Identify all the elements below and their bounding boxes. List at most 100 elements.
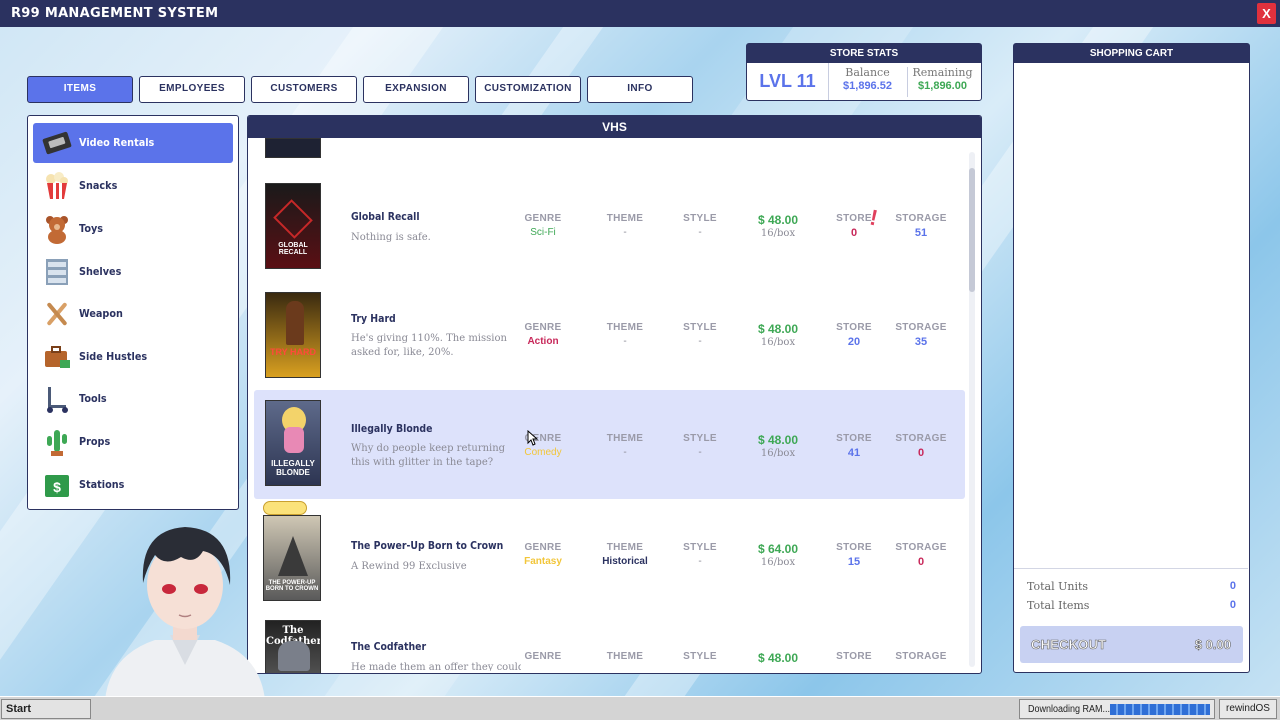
price: $ 48.00 [757,213,799,227]
store-label: STORE [836,542,872,553]
per-box: 16/box [760,557,796,568]
genre-value: Sci-Fi [530,227,556,238]
list-item[interactable]: The Codfather The Codfather He made them… [254,608,965,673]
category-stations[interactable]: $ Stations [33,465,233,505]
category-label: Tools [79,392,107,405]
vhs-tape-icon [42,131,72,155]
list-item[interactable]: TRY HARD Try Hard He's giving 110%. The … [254,282,965,391]
scrollbar-thumb[interactable] [969,168,975,292]
category-toys[interactable]: Toys [33,209,233,249]
category-label: Snacks [79,179,118,192]
category-side-hustles[interactable]: Side Hustles [33,337,233,377]
style-label: STYLE [683,322,717,333]
cart-totals [1014,568,1248,569]
per-box: 16/box [760,337,796,348]
tab-customers[interactable]: CUSTOMERS [251,76,357,103]
movie-title: Try Hard [351,312,396,325]
tab-items[interactable]: ITEMS [27,76,133,103]
total-units-value: 0 [1229,580,1236,592]
crossed-bats-icon [47,302,67,326]
per-box: 16/box [760,228,796,239]
partial-cover [265,138,321,158]
storage-label: STORAGE [895,542,947,553]
movie-description: Nothing is safe. [351,232,431,243]
theme-value: Historical [602,556,648,567]
vhs-scrollbar[interactable] [969,152,975,667]
store-count: 41 [847,447,861,459]
balance-value: $1,896.52 [843,80,892,92]
category-snacks[interactable]: Snacks [33,166,233,206]
category-label: Weapon [79,307,123,320]
theme-label: THEME [606,542,644,553]
movie-description: Why do people keep returning this with g… [351,443,506,468]
remaining-label: Remaining [912,66,973,79]
category-props[interactable]: Props [33,422,233,462]
tab-employees[interactable]: EMPLOYEES [139,76,245,103]
close-button[interactable]: X [1257,3,1276,24]
cash-register-icon: $ [45,475,69,497]
genre-label: GENRE [524,322,562,333]
category-shelves[interactable]: Shelves [33,252,233,292]
category-video-rentals[interactable]: Video Rentals [33,123,233,163]
start-button[interactable]: Start [1,699,91,719]
total-items-value: 0 [1229,599,1236,611]
assistant-character-portrait [105,527,265,700]
price: $ 64.00 [757,542,799,556]
checkout-amount: $ 0.00 [1194,637,1232,653]
style-value: - [698,336,702,347]
tab-info[interactable]: INFO [587,76,693,103]
category-weapon[interactable]: Weapon [33,294,233,334]
scooter-icon [47,387,68,413]
list-item[interactable]: GLOBAL RECALL Global Recall Nothing is s… [254,173,965,282]
genre-label: GENRE [524,651,562,662]
svg-text:$: $ [53,479,61,495]
total-units-row: Total Units 0 [1027,580,1236,593]
theme-label: THEME [606,651,644,662]
category-label: Shelves [79,265,122,278]
movie-title: The Power-Up Born to Crown [351,539,504,552]
storage-count: 0 [917,447,925,459]
style-label: STYLE [683,542,717,553]
storage-count: 51 [914,227,928,239]
cover-title: GLOBAL RECALL [278,242,308,256]
store-label: STORE [836,433,872,444]
checkout-label: CHECKOUT [1031,637,1107,653]
genre-value: Action [527,336,559,347]
category-label: Side Hustles [79,350,148,363]
storage-label: STORAGE [895,213,947,224]
store-count: 20 [847,336,861,348]
list-item[interactable]: ILLEGALLY BLONDE Illegally Blonde Why do… [254,390,965,499]
store-stats-panel: STORE STATS LVL 11 Balance $1,896.52 Rem… [746,43,982,101]
balance-column: Balance $1,896.52 [829,66,906,92]
vhs-header: VHS [248,116,981,138]
per-box: 16/box [760,448,796,459]
category-sidebar: Video Rentals Snacks Toys Shelves Weapon… [27,115,239,510]
category-tools[interactable]: Tools [33,379,233,419]
style-value: - [698,447,702,458]
price: $ 48.00 [757,433,799,447]
list-item[interactable]: THE POWER-UP BORN TO CROWN The Power-Up … [254,499,965,608]
genre-value: Comedy [524,447,562,458]
store-label: STORE [836,322,872,333]
store-level: LVL 11 [747,63,829,100]
store-count: 15 [847,556,861,568]
store-label: STORE [836,651,872,662]
tab-expansion[interactable]: EXPANSION [363,76,469,103]
teddy-bear-icon [46,216,68,244]
briefcase-icon [45,346,70,368]
store-stats-header: STORE STATS [747,44,981,63]
style-value: - [698,556,702,567]
theme-label: THEME [606,433,644,444]
total-items-label: Total Items [1027,599,1090,612]
movie-description: A Rewind 99 Exclusive [351,561,467,572]
os-label: rewindOS 99 [1219,699,1277,719]
price: $ 48.00 [757,322,799,336]
vhs-list: GLOBAL RECALL Global Recall Nothing is s… [248,138,968,673]
tab-customization[interactable]: CUSTOMIZATION [475,76,581,103]
checkout-button[interactable]: CHECKOUT $ 0.00 [1020,626,1243,663]
theme-label: THEME [606,322,644,333]
theme-value: - [623,227,627,238]
mouse-cursor-icon [527,430,539,446]
category-label: Props [79,435,111,448]
movie-title: Illegally Blonde [351,422,433,435]
